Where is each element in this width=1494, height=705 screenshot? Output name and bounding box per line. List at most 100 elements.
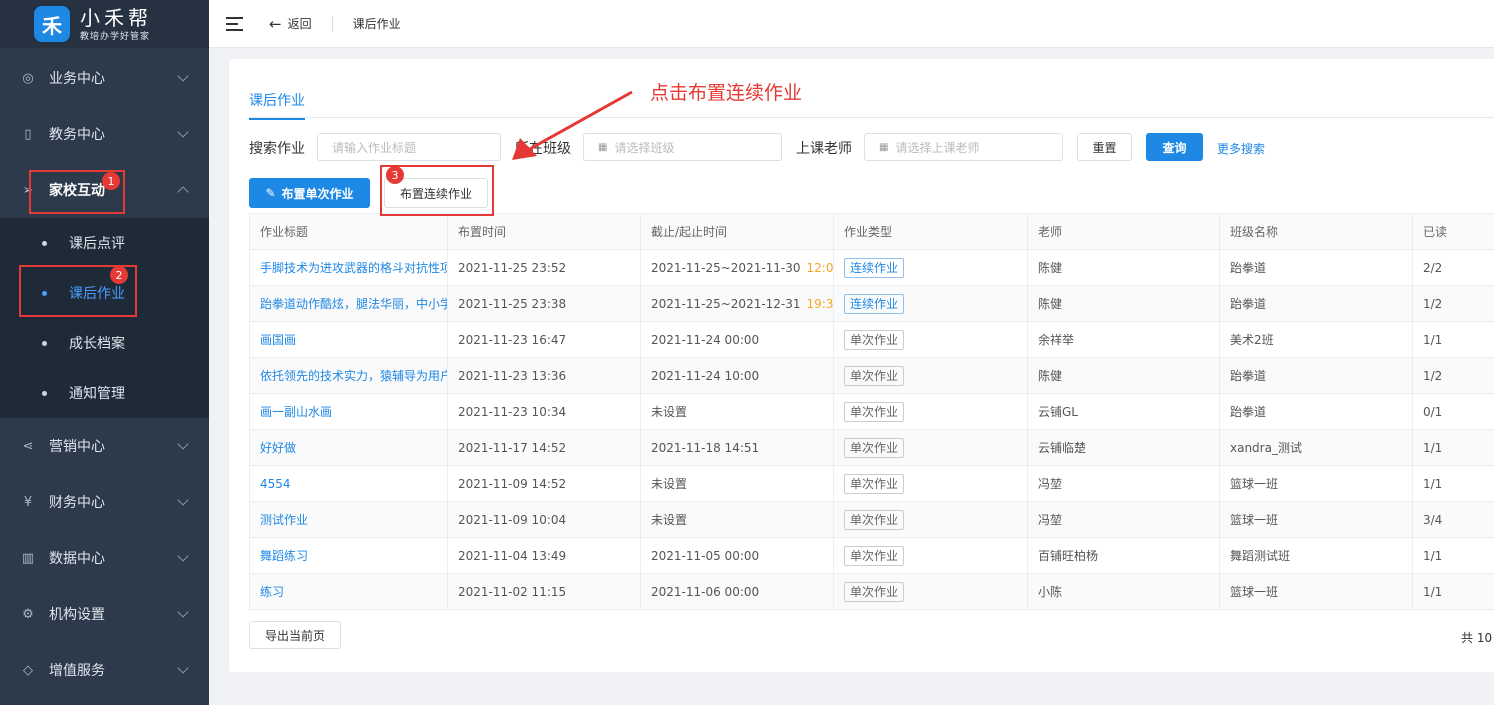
sidebar-item-academic[interactable]: ▯ 教务中心 xyxy=(0,106,209,162)
homework-title-link[interactable]: 手脚技术为进攻武器的格斗对抗性项目 xyxy=(249,249,448,286)
homework-title-link[interactable]: 练习 xyxy=(249,573,448,610)
sidebar-item-settings[interactable]: ⚙ 机构设置 xyxy=(0,586,209,642)
table-row[interactable]: 手脚技术为进攻武器的格斗对抗性项目 2021-11-25 23:52 2021-11… xyxy=(249,249,1494,286)
deadline-date: 2021-11-25~2021-12-31 xyxy=(651,296,801,311)
sidebar-item-business[interactable]: ◎ 业务中心 xyxy=(0,50,209,106)
tab-homework[interactable]: 课后作业 xyxy=(249,90,305,120)
teacher-cell: 余祥举 xyxy=(1027,321,1220,358)
deadline-date: 未设置 xyxy=(651,477,688,491)
query-button[interactable]: 查询 xyxy=(1146,133,1203,161)
class-cell: 篮球一班 xyxy=(1219,573,1413,610)
table-row[interactable]: 画国画 2021-11-23 16:47 2021-11-24 00:00 单次作业 余… xyxy=(249,321,1494,358)
table-row[interactable]: 依托领先的技术实力，猿辅导为用户 2021-11-23 13:36 2021-11-… xyxy=(249,357,1494,394)
total-count: 共 10 xyxy=(1461,631,1493,645)
table-row[interactable]: 练习 2021-11-02 11:15 2021-11-06 00:00 单次作业 小陈… xyxy=(249,573,1494,610)
type-cell: 单次作业 xyxy=(833,537,1028,574)
bullet-icon xyxy=(42,340,47,346)
share-icon: ⋖ xyxy=(22,438,34,454)
table-row[interactable]: 4554 2021-11-09 14:52 未设置 单次作业 冯堃 篮球一班 1/1 xyxy=(249,465,1494,502)
table-row[interactable]: 跆拳道动作酷炫，腿法华丽，中小学生 2021-11-25 23:38 2021-11… xyxy=(249,285,1494,322)
more-search-link[interactable]: 更多搜索 xyxy=(1217,140,1265,157)
submenu-item-review[interactable]: 课后点评 xyxy=(0,218,209,268)
class-placeholder: 请选择班级 xyxy=(614,140,675,155)
brand-name: 小禾帮 xyxy=(80,5,152,30)
chevron-down-icon xyxy=(177,550,189,562)
assign-time: 2021-11-09 14:52 xyxy=(447,465,641,502)
deadline-cell: 未设置 xyxy=(640,501,834,538)
col-header[interactable]: 截止/起止时间 xyxy=(640,213,834,250)
chevron-down-icon xyxy=(177,70,189,82)
col-header[interactable]: 已读 xyxy=(1412,213,1494,250)
submenu-item-growth[interactable]: 成长档案 xyxy=(0,318,209,368)
teacher-select[interactable]: ▦ 请选择上课老师 xyxy=(864,133,1063,161)
export-button[interactable]: 导出当前页 xyxy=(249,621,341,649)
class-cell: xandra_测试 xyxy=(1219,429,1413,466)
back-button[interactable]: ← 返回 xyxy=(269,15,312,33)
homework-title-link[interactable]: 测试作业 xyxy=(249,501,448,538)
back-label: 返回 xyxy=(287,17,312,31)
type-tag: 单次作业 xyxy=(844,473,905,494)
deadline-date: 2021-11-24 00:00 xyxy=(651,332,760,347)
class-select[interactable]: ▦ 请选择班级 xyxy=(583,133,782,161)
table-row[interactable]: 画一副山水画 2021-11-23 10:34 未设置 单次作业 云铺GL 跆拳道 0/1 xyxy=(249,393,1494,430)
deadline-date: 2021-11-24 10:00 xyxy=(651,368,760,383)
homework-title-link[interactable]: 依托领先的技术实力，猿辅导为用户 xyxy=(249,357,448,394)
logo-icon: 禾 xyxy=(34,6,70,42)
table-header-row: 作业标题 布置时间 截止/起止时间 作业类型 老师 班级名称 已读 xyxy=(249,213,1494,250)
submenu: 课后点评 课后作业 成长档案 通知管理 xyxy=(0,218,209,418)
homework-title-link[interactable]: 跆拳道动作酷炫，腿法华丽，中小学生 xyxy=(249,285,448,322)
chevron-down-icon xyxy=(177,494,189,506)
table-row[interactable]: 舞蹈练习 2021-11-04 13:49 2021-11-05 00:00 单次作业… xyxy=(249,537,1494,574)
homework-title-link[interactable]: 舞蹈练习 xyxy=(249,537,448,574)
sidebar-item-label: 业务中心 xyxy=(49,71,105,87)
col-header[interactable]: 作业标题 xyxy=(249,213,448,250)
table-row[interactable]: 测试作业 2021-11-09 10:04 未设置 单次作业 冯堃 篮球一班 3/4 xyxy=(249,501,1494,538)
sidebar-item-data[interactable]: ▥ 数据中心 xyxy=(0,530,209,586)
class-cell: 篮球一班 xyxy=(1219,501,1413,538)
assign-single-button[interactable]: ✎ 布置单次作业 xyxy=(249,178,370,208)
deadline-cell: 2021-11-06 00:00 xyxy=(640,573,834,610)
type-cell: 连续作业 xyxy=(833,249,1028,286)
assign-time: 2021-11-23 13:36 xyxy=(447,357,641,394)
homework-title-link[interactable]: 4554 xyxy=(249,465,448,502)
col-header[interactable]: 班级名称 xyxy=(1219,213,1413,250)
annotation-badge-1: 1 xyxy=(102,172,120,190)
col-header[interactable]: 作业类型 xyxy=(833,213,1028,250)
teacher-cell: 百铺旺柏杨 xyxy=(1027,537,1220,574)
type-cell: 单次作业 xyxy=(833,501,1028,538)
col-header[interactable]: 布置时间 xyxy=(447,213,641,250)
grid-icon: ▦ xyxy=(598,141,608,153)
grid-icon: ▦ xyxy=(879,141,889,153)
type-tag: 单次作业 xyxy=(844,509,905,530)
assign-time: 2021-11-17 14:52 xyxy=(447,429,641,466)
homework-title-link[interactable]: 画国画 xyxy=(249,321,448,358)
table-row[interactable]: 好好做 2021-11-17 14:52 2021-11-18 14:51 单次作业 云… xyxy=(249,429,1494,466)
reset-button[interactable]: 重置 xyxy=(1077,133,1132,161)
class-cell: 跆拳道 xyxy=(1219,357,1413,394)
deadline-time: 12:00 xyxy=(806,260,834,275)
homework-title-link[interactable]: 好好做 xyxy=(249,429,448,466)
sidebar-item-finance[interactable]: ¥ 财务中心 xyxy=(0,474,209,530)
col-header[interactable]: 老师 xyxy=(1027,213,1220,250)
chart-icon: ▥ xyxy=(21,550,35,566)
sidebar-item-label: 机构设置 xyxy=(49,607,105,623)
search-label: 搜索作业 xyxy=(249,141,305,157)
deadline-date: 未设置 xyxy=(651,405,688,419)
assign-time: 2021-11-04 13:49 xyxy=(447,537,641,574)
logo[interactable]: 禾 小禾帮 教培办学好管家 xyxy=(0,0,209,48)
submenu-item-notice[interactable]: 通知管理 xyxy=(0,368,209,418)
brand-slogan: 教培办学好管家 xyxy=(80,31,151,42)
type-tag: 连续作业 xyxy=(844,293,905,314)
class-cell: 美术2班 xyxy=(1219,321,1413,358)
menu-toggle-icon[interactable] xyxy=(226,16,243,31)
teacher-cell: 云铺GL xyxy=(1027,393,1220,430)
sidebar-item-marketing[interactable]: ⋖ 营销中心 xyxy=(0,418,209,474)
sidebar-item-value-added[interactable]: ◇ 增值服务 xyxy=(0,642,209,698)
submenu-label: 成长档案 xyxy=(69,336,125,352)
type-cell: 单次作业 xyxy=(833,321,1028,358)
search-input[interactable]: 请输入作业标题 xyxy=(317,133,501,161)
deadline-date: 2021-11-05 00:00 xyxy=(651,548,760,563)
type-tag: 单次作业 xyxy=(844,581,905,602)
deadline-cell: 2021-11-24 00:00 xyxy=(640,321,834,358)
homework-title-link[interactable]: 画一副山水画 xyxy=(249,393,448,430)
